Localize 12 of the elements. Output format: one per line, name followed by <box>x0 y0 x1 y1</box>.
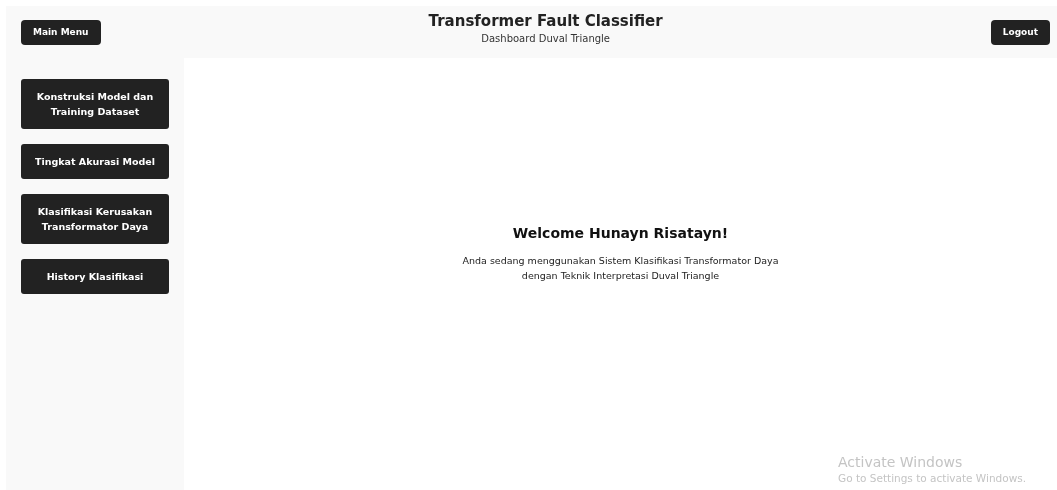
sidebar-item[interactable]: History Klasifikasi <box>21 259 169 294</box>
activation-hint: Go to Settings to activate Windows. <box>838 472 1027 484</box>
welcome-description: Anda sedang menggunakan Sistem Klasifikasi Transformator Daya dengan Teknik Interpretasi Duval Triangle <box>462 254 779 283</box>
sidebar-item[interactable]: Klasifikasi Kerusakan Transformator Daya <box>21 194 169 244</box>
app-subtitle: Dashboard Duval Triangle <box>481 33 610 44</box>
logout-button[interactable]: Logout <box>990 19 1050 45</box>
sidebar-item[interactable]: Konstruksi Model dan Training Dataset <box>21 79 169 129</box>
app-title: Transformer Fault Classifier <box>428 12 663 30</box>
welcome-heading: Welcome Hunayn Risatayn! <box>512 225 729 241</box>
activation-title: Activate Windows <box>838 454 964 470</box>
main-menu-button[interactable]: Main Menu <box>21 19 101 45</box>
sidebar-item[interactable]: Tingkat Akurasi Model <box>21 144 169 179</box>
